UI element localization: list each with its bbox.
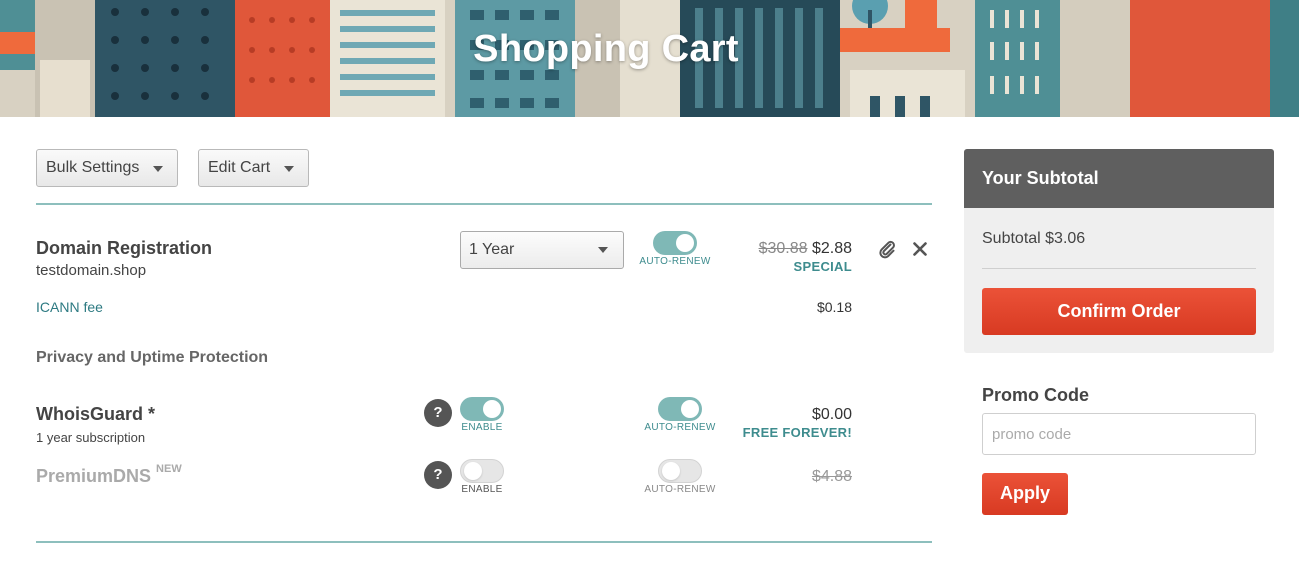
toggle-knob (662, 462, 680, 480)
auto-renew-label: AUTO-RENEW (644, 484, 716, 495)
item-title: Domain Registration (36, 238, 213, 258)
registration-period-value: 1 Year (469, 241, 515, 258)
icann-fee-price: $0.18 (816, 299, 852, 315)
bulk-settings-label: Bulk Settings (46, 159, 140, 176)
divider (36, 541, 932, 543)
divider (982, 268, 1256, 269)
subtotal-heading: Your Subtotal (964, 149, 1274, 208)
subtotal-panel: Your Subtotal Subtotal $3.06 Confirm Ord… (964, 149, 1274, 353)
chevron-down-icon (153, 166, 163, 172)
whoisguard-auto-renew-toggle[interactable] (658, 397, 702, 421)
paperclip-icon[interactable] (877, 239, 897, 259)
premiumdns-name: PremiumDNS (36, 466, 152, 486)
premiumdns-title: PremiumDNS NEW (36, 463, 182, 487)
auto-renew-label: AUTO-RENEW (639, 256, 711, 267)
chevron-down-icon (284, 166, 294, 172)
promo-code-heading: Promo Code (982, 385, 1090, 405)
new-tag: NEW (156, 463, 182, 475)
whoisguard-price: $0.00 (811, 406, 852, 423)
header-banner: Shopping Cart (0, 0, 1299, 117)
section-heading: Privacy and Uptime Protection (36, 349, 269, 366)
close-icon[interactable] (911, 240, 929, 258)
premiumdns-enable-toggle[interactable] (460, 459, 504, 483)
enable-label: ENABLE (461, 422, 503, 433)
premiumdns-price: $4.88 (811, 468, 852, 485)
toggle-knob (676, 234, 694, 252)
chevron-down-icon (598, 247, 608, 253)
edit-cart-label: Edit Cart (208, 159, 271, 176)
whoisguard-title: WhoisGuard * (36, 404, 156, 424)
apply-promo-button[interactable]: Apply (982, 473, 1068, 515)
divider (36, 203, 932, 205)
toggle-knob (483, 400, 501, 418)
toggle-knob (681, 400, 699, 418)
free-forever-badge: FREE FOREVER! (742, 425, 852, 440)
premiumdns-auto-renew-toggle[interactable] (658, 459, 702, 483)
bulk-settings-dropdown[interactable]: Bulk Settings (36, 149, 178, 187)
subtotal-amount: Subtotal $3.06 (982, 230, 1086, 247)
toggle-knob (464, 462, 482, 480)
confirm-order-button[interactable]: Confirm Order (982, 288, 1256, 335)
special-badge: SPECIAL (793, 259, 852, 274)
domain-name: testdomain.shop (36, 262, 147, 279)
edit-cart-dropdown[interactable]: Edit Cart (198, 149, 309, 187)
whoisguard-subtitle: 1 year subscription (36, 430, 146, 445)
icann-fee-link[interactable]: ICANN fee (36, 299, 103, 315)
page-title: Shopping Cart (473, 28, 739, 70)
whoisguard-enable-toggle[interactable] (460, 397, 504, 421)
promo-code-input[interactable] (982, 413, 1256, 455)
domain-auto-renew-toggle[interactable] (653, 231, 697, 255)
current-price: $2.88 (811, 240, 852, 257)
original-price: $30.88 (758, 240, 808, 257)
registration-period-select[interactable]: 1 Year (460, 231, 624, 269)
enable-label: ENABLE (461, 484, 503, 495)
domain-price: $30.88 $2.88 (740, 240, 852, 258)
